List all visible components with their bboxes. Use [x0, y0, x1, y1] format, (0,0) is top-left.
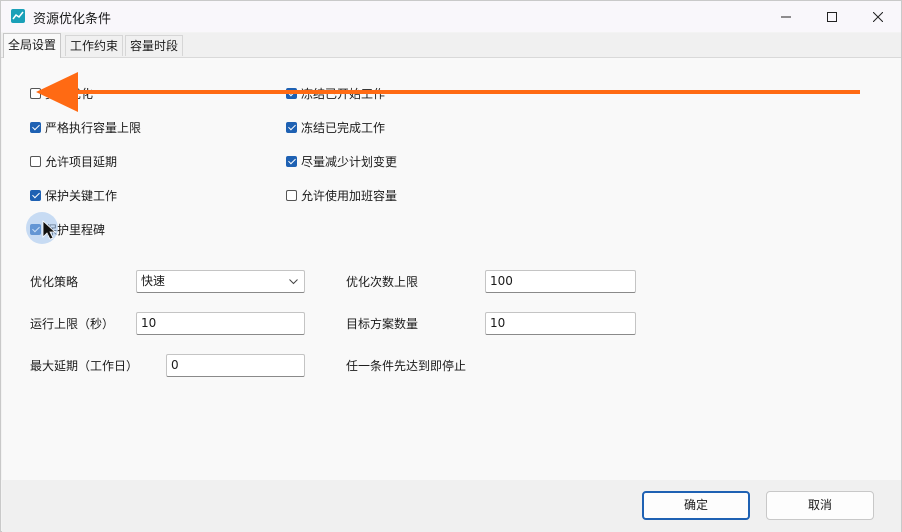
strategy-label: 优化策略 — [30, 275, 79, 289]
checkbox-label: 严格执行容量上限 — [45, 120, 142, 135]
checkbox-protect-critical[interactable]: 保护关键工作 — [30, 187, 117, 203]
tab-work-constraints[interactable]: 工作约束 — [65, 35, 124, 56]
checkbox-freeze-started[interactable]: 冻结已开始工作 — [286, 85, 385, 101]
ok-button[interactable]: 确定 — [642, 491, 750, 520]
max-delay-input[interactable]: 0 — [166, 354, 305, 377]
minimize-icon — [781, 16, 791, 17]
checkbox-label: 允许项目延期 — [45, 154, 118, 169]
targets-input[interactable]: 10 — [485, 312, 636, 335]
strategy-select[interactable]: 快速 — [136, 270, 305, 293]
checkbox-allow-overtime[interactable]: 允许使用加班容量 — [286, 187, 397, 203]
close-icon — [873, 11, 883, 22]
settings-panel: 资源优化 严格执行容量上限 允许项目延期 保护关键工作 保护里程碑 冻结已开始工… — [2, 58, 901, 480]
checkbox-label: 资源优化 — [45, 86, 94, 101]
checkbox-label: 尽量减少计划变更 — [301, 154, 398, 169]
checkbox-box[interactable] — [286, 87, 297, 99]
iterations-label: 优化次数上限 — [346, 275, 419, 289]
checkbox-label: 冻结已完成工作 — [301, 120, 386, 135]
app-icon — [11, 9, 25, 23]
checkbox-minimize-changes[interactable]: 尽量减少计划变更 — [286, 153, 397, 169]
checkbox-strict-capacity[interactable]: 严格执行容量上限 — [30, 119, 141, 135]
maximize-button[interactable] — [809, 1, 855, 32]
checkbox-label: 保护里程碑 — [45, 222, 106, 237]
checkbox-box[interactable] — [30, 87, 41, 99]
checkbox-box[interactable] — [30, 189, 41, 201]
runtime-input[interactable]: 10 — [136, 312, 305, 335]
max-delay-label: 最大延期（工作日） — [30, 359, 139, 373]
dialog-footer: 确定 取消 — [2, 480, 901, 532]
checkbox-label: 冻结已开始工作 — [301, 86, 386, 101]
tab-global-settings[interactable]: 全局设置 — [3, 33, 62, 58]
minimize-button[interactable] — [763, 1, 809, 32]
checkbox-resource-optimization[interactable]: 资源优化 — [30, 85, 93, 101]
strategy-value: 快速 — [141, 274, 166, 288]
checkbox-label: 保护关键工作 — [45, 188, 118, 203]
checkbox-box[interactable] — [30, 155, 41, 167]
checkbox-freeze-completed[interactable]: 冻结已完成工作 — [286, 119, 385, 135]
checkbox-box[interactable] — [286, 121, 297, 133]
checkbox-box[interactable] — [286, 155, 297, 167]
checkbox-box[interactable] — [286, 189, 297, 201]
title-bar: 资源优化条件 — [1, 1, 901, 32]
checkbox-label: 允许使用加班容量 — [301, 188, 398, 203]
chevron-down-icon — [289, 279, 298, 285]
cancel-button[interactable]: 取消 — [766, 491, 874, 520]
runtime-label: 运行上限（秒） — [30, 317, 115, 331]
stop-condition-note: 任一条件先达到即停止 — [346, 359, 467, 373]
checkbox-protect-milestones[interactable]: 保护里程碑 — [30, 221, 105, 237]
checkbox-allow-project-delay[interactable]: 允许项目延期 — [30, 153, 117, 169]
close-button[interactable] — [855, 1, 901, 32]
checkbox-box[interactable] — [30, 223, 41, 235]
iterations-input[interactable]: 100 — [485, 270, 636, 293]
window-title: 资源优化条件 — [33, 12, 112, 27]
tab-bar: 全局设置 工作约束 容量时段 — [1, 33, 901, 58]
tab-capacity-periods[interactable]: 容量时段 — [125, 35, 184, 56]
targets-label: 目标方案数量 — [346, 317, 419, 331]
dialog-window: 资源优化条件 全局设置 工作约束 容量时段 资源优化 严格执行容量上限 允许项目… — [0, 0, 902, 532]
maximize-icon — [827, 11, 837, 22]
checkbox-box[interactable] — [30, 121, 41, 133]
